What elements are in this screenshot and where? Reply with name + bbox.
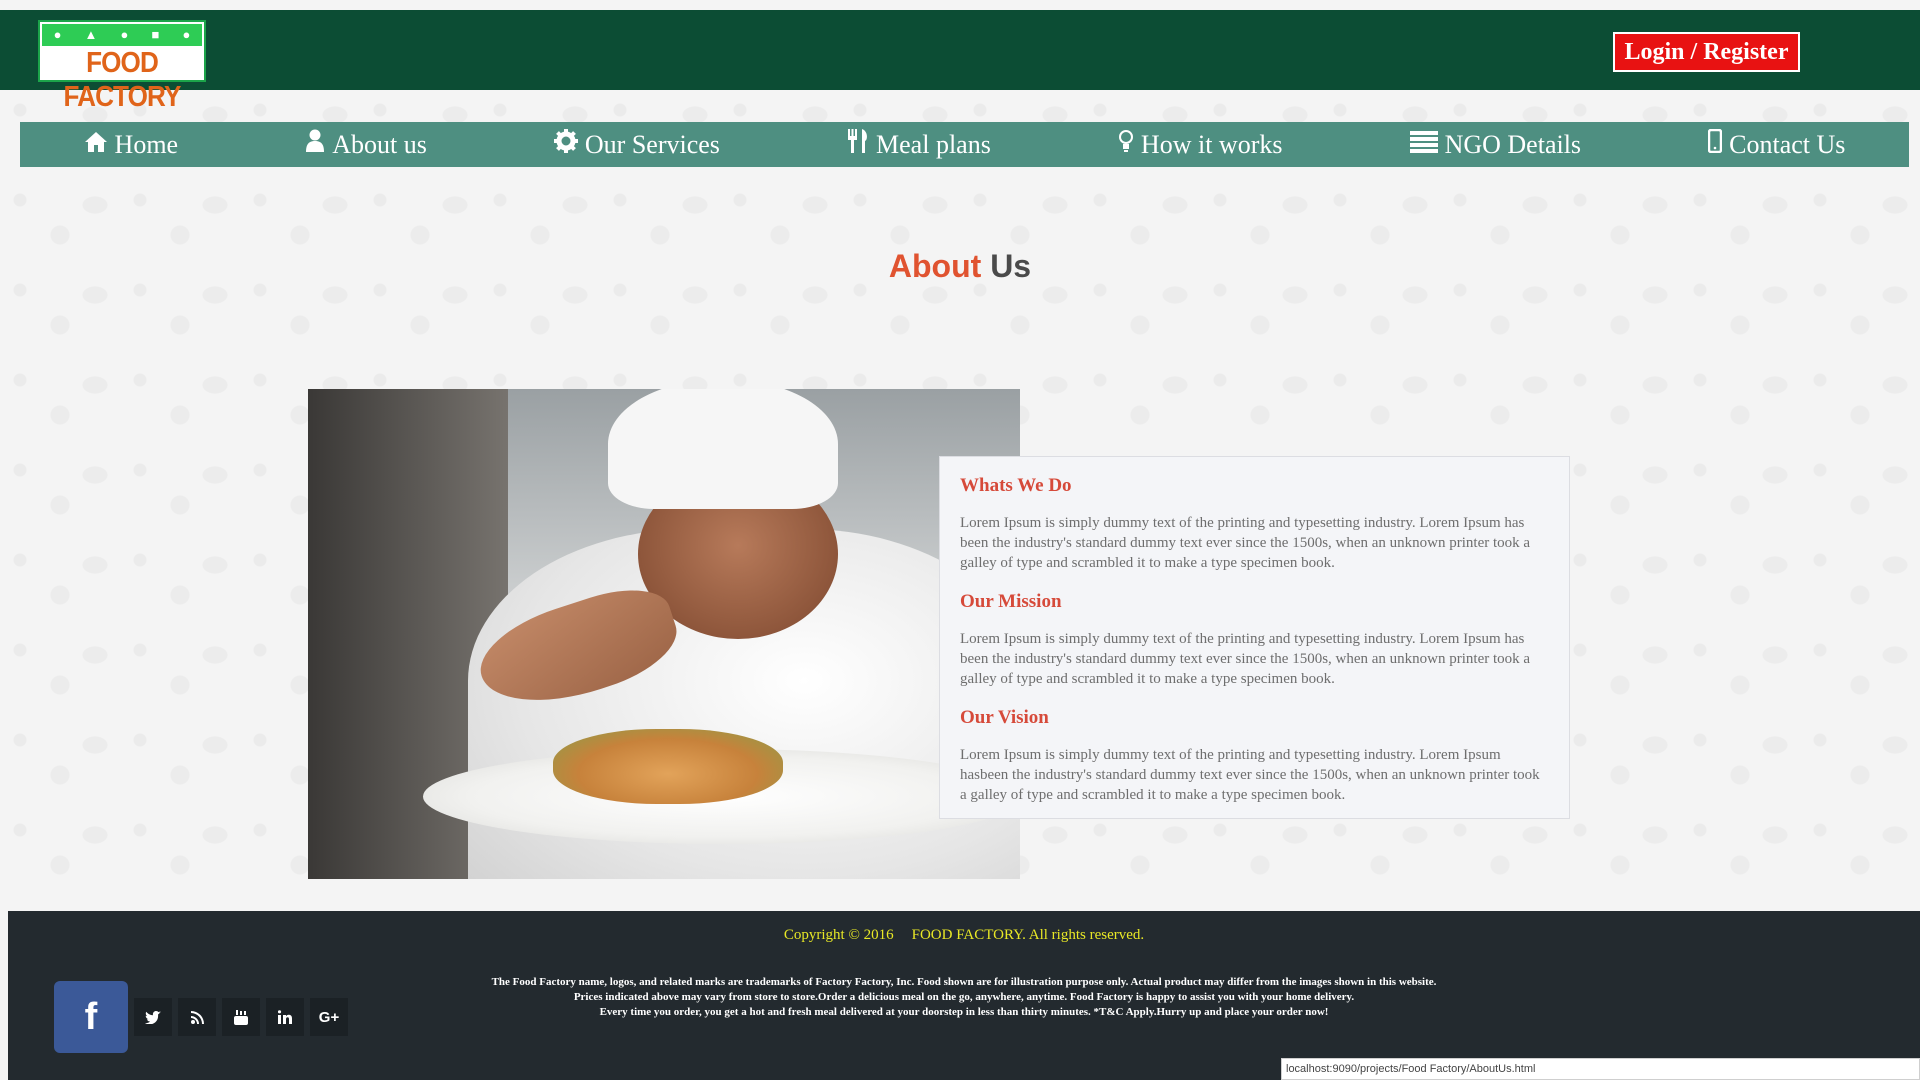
facebook-icon[interactable]: f xyxy=(54,981,128,1053)
nav-item-home[interactable]: Home xyxy=(84,129,179,160)
status-bar-url: localhost:9090/projects/Food Factory/Abo… xyxy=(1281,1058,1920,1080)
nav-item-contact-us[interactable]: Contact Us xyxy=(1707,128,1846,160)
user-icon xyxy=(305,129,332,160)
google-plus-icon[interactable]: G+ xyxy=(310,998,348,1036)
site-footer: Copyright © 2016 FOOD FACTORY. All rights… xyxy=(8,911,1920,1080)
section-text-whats-we-do: Lorem Ipsum is simply dummy text of the … xyxy=(960,515,1531,571)
section-heading-our-mission: Our Mission xyxy=(960,591,1062,612)
top-header: ● ▲ ● ■ ● FOOD FACTORY Login / Register xyxy=(0,10,1920,113)
nav-label: Our Services xyxy=(584,129,720,159)
copyright-owner: FOOD FACTORY. All rights reserved. xyxy=(911,927,1145,943)
login-register-button[interactable]: Login / Register xyxy=(1613,32,1800,72)
about-info-box: Whats We Do Lorem Ipsum is simply dummy … xyxy=(939,456,1570,819)
section-heading-whats-we-do: Whats We Do xyxy=(960,475,1072,496)
section-text-our-mission: Lorem Ipsum is simply dummy text of the … xyxy=(960,631,1531,687)
logo-food-icons-strip: ● ▲ ● ■ ● xyxy=(42,24,202,46)
copyright-year: Copyright © 2016 xyxy=(783,927,894,943)
nav-label: Meal plans xyxy=(876,129,991,159)
nav-label: NGO Details xyxy=(1444,129,1582,159)
nav-item-how-it-works[interactable]: How it works xyxy=(1118,129,1283,160)
rss-icon[interactable] xyxy=(178,998,216,1036)
nav-label: How it works xyxy=(1140,129,1283,159)
food-factory-logo[interactable]: ● ▲ ● ■ ● FOOD FACTORY xyxy=(38,20,206,113)
chef-plating-photo xyxy=(308,389,1020,879)
twitter-icon[interactable] xyxy=(134,998,172,1036)
nav-item-about-us[interactable]: About us xyxy=(305,129,427,160)
nav-item-ngo-details[interactable]: NGO Details xyxy=(1409,129,1582,160)
section-heading-our-vision: Our Vision xyxy=(960,707,1049,728)
page-title-part2: Us xyxy=(990,248,1032,284)
nav-label: Home xyxy=(114,129,179,159)
disclaimer-line-1: The Food Factory name, logos, and relate… xyxy=(491,976,1437,988)
nav-label: About us xyxy=(332,129,427,159)
page-title: About Us xyxy=(0,248,1920,285)
linkedin-icon[interactable] xyxy=(266,998,304,1036)
mobile-icon xyxy=(1707,128,1729,160)
nav-label: Contact Us xyxy=(1729,129,1846,159)
lightbulb-icon xyxy=(1118,129,1141,160)
nav-item-our-services[interactable]: Our Services xyxy=(553,129,720,160)
home-icon xyxy=(84,130,115,160)
page-title-part1: About xyxy=(888,248,982,284)
cutlery-icon xyxy=(847,128,876,161)
list-icon xyxy=(1409,130,1445,160)
logo-text: FOOD FACTORY xyxy=(63,47,182,113)
nav-item-meal-plans[interactable]: Meal plans xyxy=(847,128,991,161)
main-nav: Home About us Our Services Meal plans Ho… xyxy=(20,122,1909,167)
section-text-our-vision: Lorem Ipsum is simply dummy text of the … xyxy=(960,747,1540,803)
youtube-icon[interactable] xyxy=(222,998,260,1036)
gear-icon xyxy=(553,129,585,160)
copyright-line: Copyright © 2016 FOOD FACTORY. All rights… xyxy=(8,927,1920,944)
